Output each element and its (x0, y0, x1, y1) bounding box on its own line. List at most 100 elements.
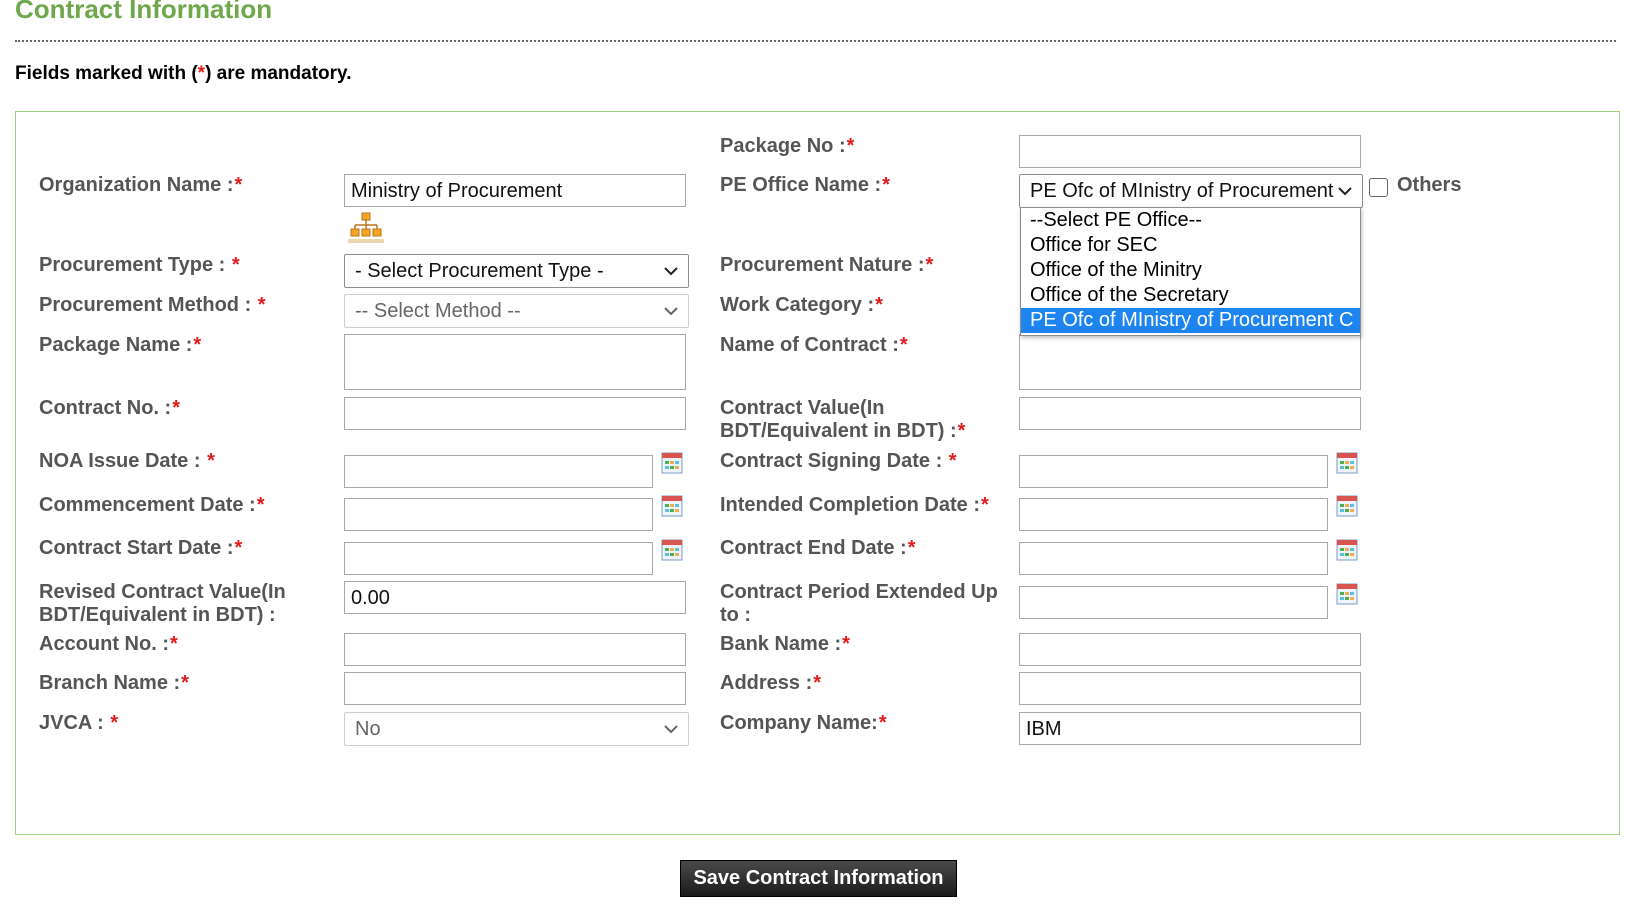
contract-end-date-input[interactable] (1019, 542, 1328, 575)
branch-name-label-text: Branch Name : (39, 672, 181, 694)
chevron-down-icon (664, 267, 678, 276)
required-mark: * (170, 633, 178, 655)
pe-office-option-highlighted[interactable]: PE Ofc of MInistry of Procurement C (1021, 308, 1360, 333)
package-no-label-text: Package No : (720, 135, 846, 157)
name-of-contract-label: Name of Contract :* (720, 334, 908, 357)
revised-contract-value-input[interactable]: 0.00 (344, 581, 686, 614)
mandatory-note-suffix: ) are mandatory. (205, 63, 352, 84)
procurement-nature-label-text: Procurement Nature : (720, 254, 925, 276)
chevron-down-icon (1338, 187, 1352, 196)
required-mark: * (207, 450, 215, 472)
pe-office-option[interactable]: Office of the Minitry (1021, 258, 1360, 283)
mandatory-note: Fields marked with (*) are mandatory. (15, 63, 351, 85)
revised-value-label-line1: Revised Contract Value(In (39, 581, 286, 603)
calendar-icon[interactable] (661, 495, 683, 517)
contract-period-extended-input[interactable] (1019, 586, 1328, 619)
org-tree-icon[interactable] (348, 212, 384, 244)
jvca-selected-value: No (355, 718, 381, 740)
account-no-input[interactable] (344, 633, 686, 666)
pe-office-option[interactable]: Office for SEC (1021, 233, 1360, 258)
required-mark: * (256, 494, 265, 516)
procurement-method-selected-value: -- Select Method -- (355, 300, 521, 322)
chevron-down-icon (664, 307, 678, 316)
procurement-type-select[interactable]: - Select Procurement Type - (344, 254, 689, 288)
required-mark: * (948, 450, 957, 472)
required-mark: * (957, 420, 966, 442)
package-name-textarea[interactable] (344, 334, 686, 390)
required-mark: * (842, 633, 850, 655)
contract-start-date-label-text: Contract Start Date : (39, 537, 234, 559)
required-mark: * (882, 174, 890, 196)
company-name-label-text: Company Name: (720, 712, 878, 734)
calendar-icon[interactable] (1336, 583, 1358, 605)
procurement-method-label: Procurement Method : * (39, 294, 266, 317)
jvca-label-text: JVCA : (39, 712, 110, 734)
mandatory-note-prefix: Fields marked with ( (15, 63, 198, 84)
procurement-type-label-text: Procurement Type : (39, 254, 231, 276)
calendar-icon[interactable] (1336, 452, 1358, 474)
bank-name-input[interactable] (1019, 633, 1361, 666)
page-title: Contract Information (15, 0, 273, 24)
organization-name-label-text: Organization Name : (39, 174, 234, 196)
pe-office-name-label: PE Office Name :* (720, 174, 890, 197)
bank-name-label-text: Bank Name : (720, 633, 842, 655)
required-mark: * (981, 494, 989, 516)
contract-start-date-input[interactable] (344, 542, 653, 575)
pe-office-dropdown-list: --Select PE Office-- Office for SEC Offi… (1020, 207, 1361, 336)
contract-value-label-line2: BDT/Equivalent in BDT) : (720, 420, 957, 442)
contract-end-date-label: Contract End Date :* (720, 537, 915, 560)
organization-name-label: Organization Name :* (39, 174, 242, 197)
address-label-text: Address : (720, 672, 813, 694)
required-mark: * (875, 294, 883, 316)
package-no-label: Package No :* (720, 135, 854, 158)
noa-issue-date-input[interactable] (344, 455, 653, 488)
required-mark: * (234, 537, 243, 559)
contract-signing-date-input[interactable] (1019, 455, 1328, 488)
package-name-label: Package Name :* (39, 334, 201, 357)
period-extended-label-line2: to : (720, 604, 752, 626)
intended-completion-date-label: Intended Completion Date :* (720, 494, 989, 517)
required-mark: * (846, 135, 855, 157)
calendar-icon[interactable] (1336, 539, 1358, 561)
calendar-icon[interactable] (661, 539, 683, 561)
required-mark: * (110, 712, 119, 734)
contract-signing-date-label: Contract Signing Date : * (720, 450, 957, 473)
pe-office-option[interactable]: Office of the Secretary (1021, 283, 1360, 308)
pe-office-select[interactable]: PE Ofc of MInistry of Procurement (1019, 174, 1363, 208)
calendar-icon[interactable] (661, 452, 683, 474)
save-contract-button[interactable]: Save Contract Information (680, 860, 957, 897)
pe-office-option[interactable]: --Select PE Office-- (1021, 208, 1360, 233)
procurement-method-select[interactable]: -- Select Method -- (344, 294, 689, 328)
intended-completion-date-label-text: Intended Completion Date : (720, 494, 980, 516)
pe-office-name-label-text: PE Office Name : (720, 174, 882, 196)
others-checkbox[interactable] (1369, 178, 1388, 197)
jvca-label: JVCA : * (39, 712, 118, 735)
branch-name-input[interactable] (344, 672, 686, 705)
company-name-input[interactable]: IBM (1019, 712, 1361, 745)
name-of-contract-textarea[interactable] (1019, 334, 1361, 390)
address-input[interactable] (1019, 672, 1361, 705)
organization-name-input[interactable]: Ministry of Procurement (344, 174, 686, 207)
required-mark: * (193, 334, 202, 356)
calendar-icon[interactable] (1336, 495, 1358, 517)
jvca-select[interactable]: No (344, 712, 689, 746)
package-no-input[interactable] (1019, 135, 1361, 168)
mandatory-note-star: * (197, 63, 206, 84)
procurement-type-selected-value: - Select Procurement Type - (355, 260, 604, 282)
bank-name-label: Bank Name :* (720, 633, 850, 656)
intended-completion-date-input[interactable] (1019, 498, 1328, 531)
commencement-date-input[interactable] (344, 498, 653, 531)
noa-issue-date-label: NOA Issue Date : * (39, 450, 215, 473)
commencement-date-label: Commencement Date :* (39, 494, 265, 517)
contract-no-input[interactable] (344, 397, 686, 430)
revised-contract-value-label: Revised Contract Value(In BDT/Equivalent … (39, 581, 286, 627)
procurement-nature-label: Procurement Nature :* (720, 254, 933, 277)
required-mark: * (899, 334, 908, 356)
required-mark: * (181, 672, 189, 694)
title-divider (15, 40, 1616, 42)
contract-period-extended-label: Contract Period Extended Up to : (720, 581, 998, 627)
account-no-label: Account No. :* (39, 633, 178, 656)
contract-value-input[interactable] (1019, 397, 1361, 430)
commencement-date-label-text: Commencement Date : (39, 494, 256, 516)
required-mark: * (234, 174, 243, 196)
